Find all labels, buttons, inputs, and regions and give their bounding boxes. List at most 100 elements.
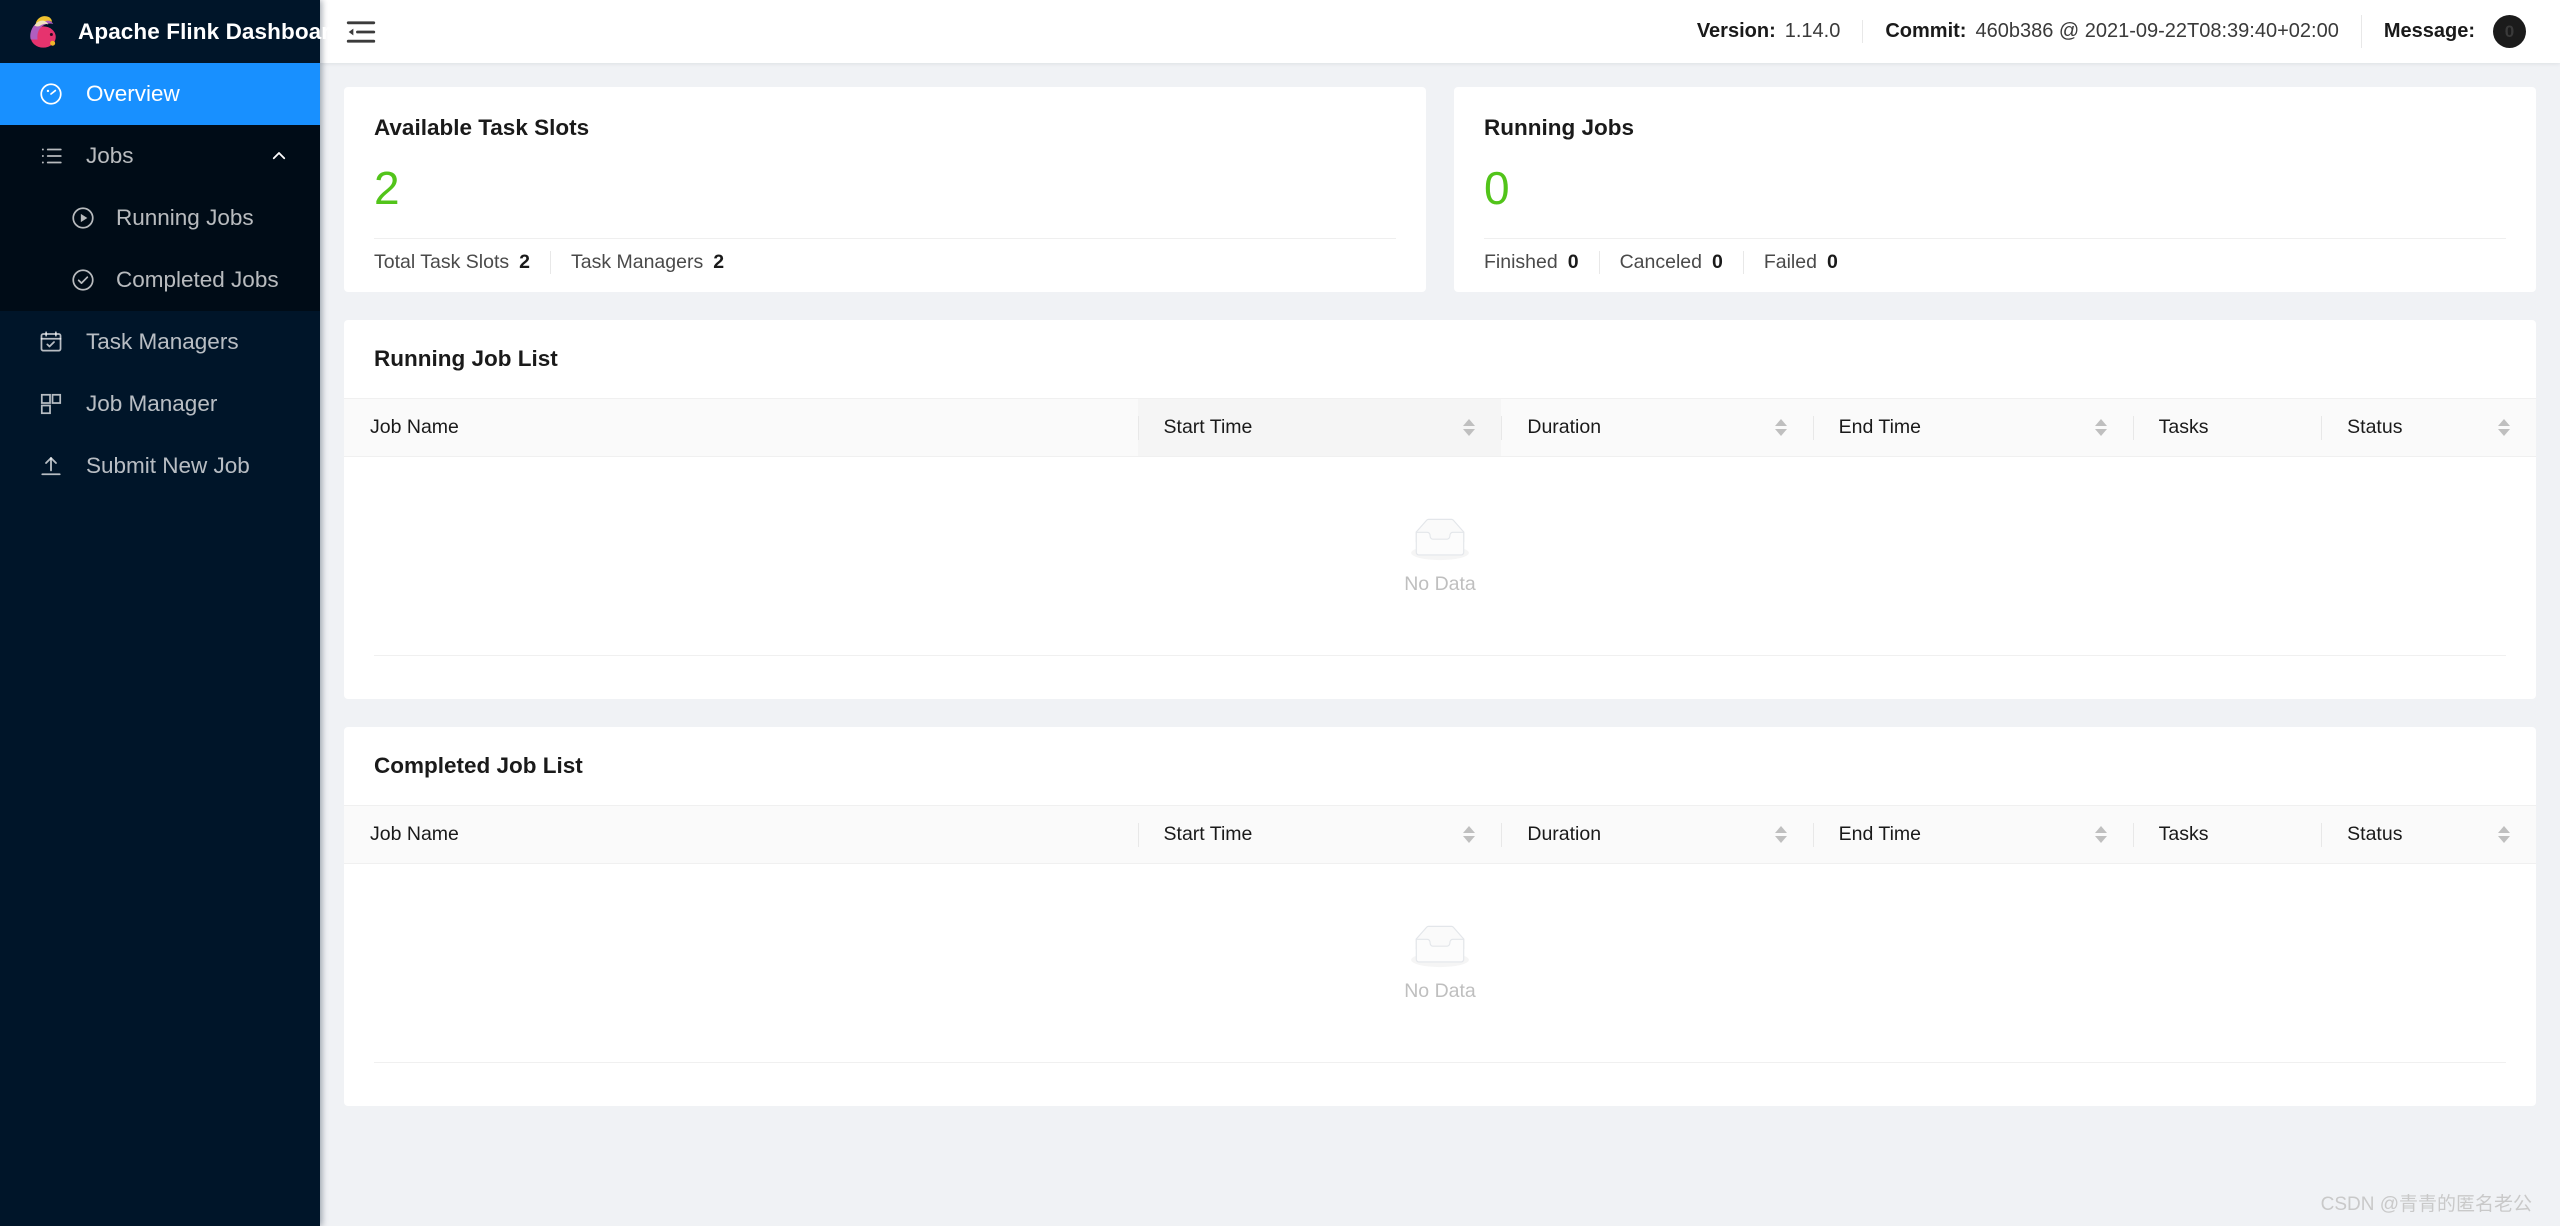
menu-fold-icon[interactable]	[344, 15, 378, 49]
dashboard-icon	[38, 81, 64, 107]
completed-job-list-footer	[374, 1062, 2506, 1106]
column-header-label: Tasks	[2159, 416, 2209, 439]
column-header-job-name: Job Name	[344, 806, 1138, 864]
sidebar-item-label: Overview	[86, 81, 180, 107]
chevron-up-icon[interactable]	[270, 147, 288, 165]
content: Available Task Slots 2 Total Task Slots …	[320, 63, 2560, 1226]
sort-toggle-icon[interactable]	[2081, 826, 2107, 843]
version-label: Version:	[1697, 20, 1776, 43]
sidebar-submenu-jobs: Running Jobs Completed Jobs	[0, 187, 320, 311]
running-job-table: Job Name Start Time Duration End Time Tasks S…	[344, 399, 2536, 457]
column-header-tasks: Tasks	[2133, 806, 2322, 864]
card-title: Running Jobs	[1484, 115, 2506, 141]
column-header-label: Start Time	[1164, 416, 1253, 439]
column-header-label: Job Name	[370, 823, 459, 846]
running-job-list-footer	[374, 655, 2506, 699]
sort-toggle-icon[interactable]	[1449, 826, 1475, 843]
column-header-end-time[interactable]: End Time	[1813, 806, 2133, 864]
total-task-slots-label: Total Task Slots	[374, 251, 509, 274]
sidebar-item-running-jobs[interactable]: Running Jobs	[0, 187, 320, 249]
column-header-status[interactable]: Status	[2321, 806, 2536, 864]
sidebar-item-label: Job Manager	[86, 391, 217, 417]
running-jobs-value: 0	[1484, 165, 2506, 211]
column-header-duration[interactable]: Duration	[1501, 399, 1812, 457]
sidebar-item-label: Running Jobs	[116, 205, 254, 231]
failed-value: 0	[1827, 251, 1838, 274]
sidebar: Apache Flink Dashboard Overview	[0, 0, 320, 1226]
finished-jobs: Finished 0	[1484, 251, 1599, 274]
topbar: Version: 1.14.0 Commit: 460b386 @ 2021-0…	[320, 0, 2560, 63]
commit-value: 460b386 @ 2021-09-22T08:39:40+02:00	[1975, 20, 2338, 43]
stat-cards-row: Available Task Slots 2 Total Task Slots …	[344, 87, 2536, 292]
available-task-slots-card: Available Task Slots 2 Total Task Slots …	[344, 87, 1426, 292]
sidebar-nav: Overview Jobs	[0, 63, 320, 497]
version-value: 1.14.0	[1785, 20, 1841, 43]
jobs-footer: Finished 0 Canceled 0 Failed 0	[1484, 239, 2506, 286]
column-header-status[interactable]: Status	[2321, 399, 2536, 457]
column-header-label: Status	[2347, 416, 2402, 439]
column-header-label: Start Time	[1164, 823, 1253, 846]
column-header-start-time[interactable]: Start Time	[1138, 806, 1502, 864]
task-managers-label: Task Managers	[571, 251, 703, 274]
column-header-label: End Time	[1839, 416, 1921, 439]
available-slots-value: 2	[374, 165, 1396, 211]
sidebar-item-submit-new-job[interactable]: Submit New Job	[0, 435, 320, 497]
empty-box-icon	[1407, 924, 1473, 970]
canceled-label: Canceled	[1620, 251, 1702, 274]
empty-text: No Data	[1404, 980, 1476, 1003]
column-header-label: Status	[2347, 823, 2402, 846]
sidebar-item-completed-jobs[interactable]: Completed Jobs	[0, 249, 320, 311]
brand-title: Apache Flink Dashboard	[78, 19, 344, 45]
ordered-list-icon	[38, 143, 64, 169]
completed-job-list-title: Completed Job List	[344, 727, 2536, 806]
completed-job-list-card: Completed Job List Job Name Start Time Dur…	[344, 727, 2536, 1106]
completed-job-table: Job Name Start Time Duration End Time Tasks S…	[344, 806, 2536, 864]
topbar-meta: Version: 1.14.0 Commit: 460b386 @ 2021-0…	[1675, 15, 2534, 48]
sidebar-item-label: Jobs	[86, 143, 134, 169]
sort-toggle-icon[interactable]	[1449, 419, 1475, 436]
empty-box-icon	[1407, 517, 1473, 563]
column-header-label: End Time	[1839, 823, 1921, 846]
column-header-label: Duration	[1527, 823, 1601, 846]
task-managers-value: 2	[713, 251, 724, 274]
sort-toggle-icon[interactable]	[2484, 826, 2510, 843]
failed-label: Failed	[1764, 251, 1817, 274]
column-header-job-name: Job Name	[344, 399, 1138, 457]
flink-squirrel-logo-icon	[22, 12, 62, 52]
sort-toggle-icon[interactable]	[2081, 419, 2107, 436]
upload-icon	[38, 453, 64, 479]
watermark: CSDN @青青的匿名老公	[2321, 1189, 2532, 1216]
sidebar-item-jobs[interactable]: Jobs	[0, 125, 320, 187]
version-meta: Version: 1.14.0	[1675, 20, 1863, 43]
running-job-empty-state: No Data	[344, 457, 2536, 655]
check-circle-icon	[70, 267, 96, 293]
column-header-end-time[interactable]: End Time	[1813, 399, 2133, 457]
finished-label: Finished	[1484, 251, 1558, 274]
sort-toggle-icon[interactable]	[2484, 419, 2510, 436]
column-header-start-time[interactable]: Start Time	[1138, 399, 1502, 457]
message-label: Message:	[2384, 20, 2475, 43]
sidebar-item-job-manager[interactable]: Job Manager	[0, 373, 320, 435]
sort-toggle-icon[interactable]	[1761, 419, 1787, 436]
sidebar-item-label: Submit New Job	[86, 453, 250, 479]
blocks-icon	[38, 391, 64, 417]
completed-job-empty-state: No Data	[344, 864, 2536, 1062]
failed-jobs: Failed 0	[1743, 251, 1858, 274]
column-header-label: Job Name	[370, 416, 459, 439]
column-header-label: Duration	[1527, 416, 1601, 439]
total-task-slots-value: 2	[519, 251, 530, 274]
table-header-row: Job Name Start Time Duration End Time Tasks S…	[344, 399, 2536, 457]
sidebar-item-task-managers[interactable]: Task Managers	[0, 311, 320, 373]
brand[interactable]: Apache Flink Dashboard	[0, 0, 320, 63]
running-job-list-title: Running Job List	[344, 320, 2536, 399]
table-header-row: Job Name Start Time Duration End Time Tasks S…	[344, 806, 2536, 864]
canceled-value: 0	[1712, 251, 1723, 274]
column-header-label: Tasks	[2159, 823, 2209, 846]
main-area: Version: 1.14.0 Commit: 460b386 @ 2021-0…	[320, 0, 2560, 1226]
column-header-duration[interactable]: Duration	[1501, 806, 1812, 864]
sort-toggle-icon[interactable]	[1761, 826, 1787, 843]
column-header-tasks: Tasks	[2133, 399, 2322, 457]
sidebar-item-overview[interactable]: Overview	[0, 63, 320, 125]
play-circle-icon	[70, 205, 96, 231]
message-meta[interactable]: Message: 0	[2361, 15, 2534, 48]
